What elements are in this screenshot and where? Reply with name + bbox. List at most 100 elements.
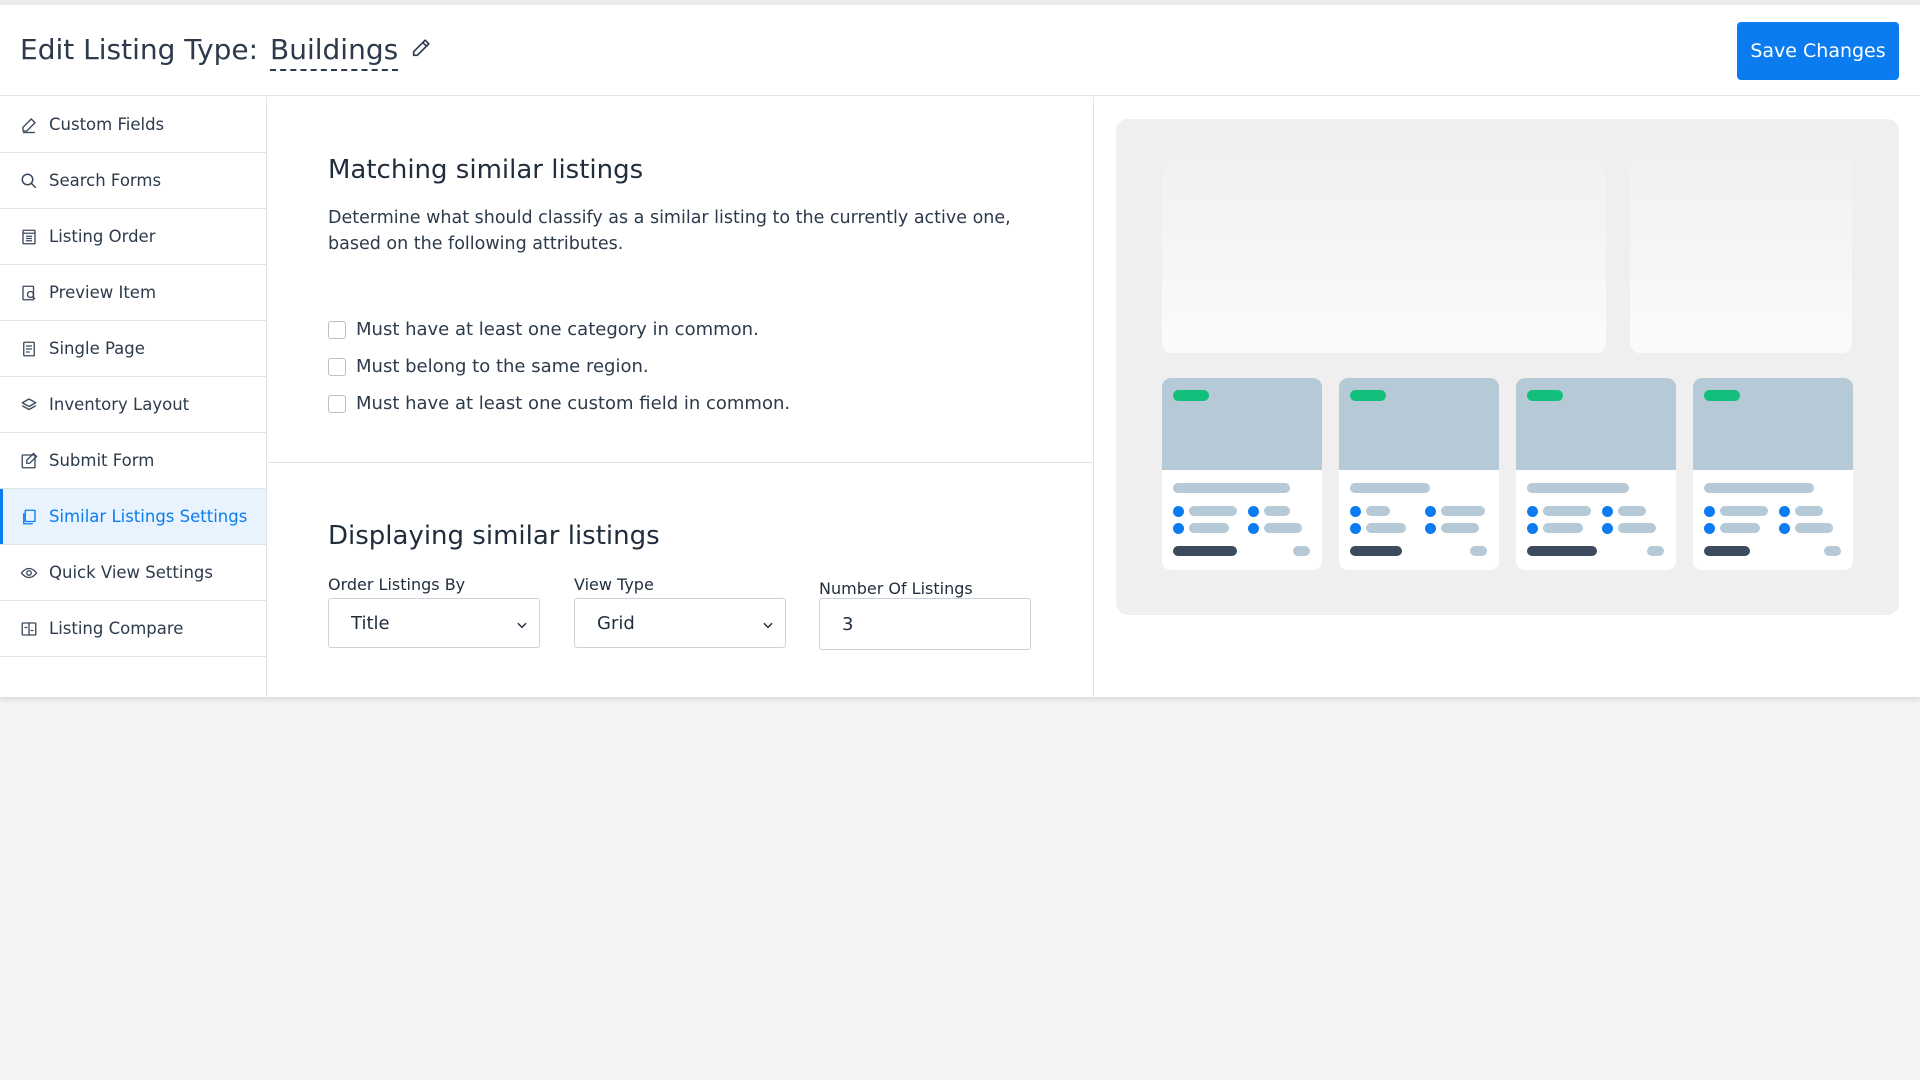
card-tag: [1350, 390, 1386, 401]
header: Edit Listing Type: Buildings Save Change…: [0, 5, 1920, 96]
layers-icon: [20, 396, 38, 414]
preview-card: [1339, 378, 1499, 570]
card-meta-bar: [1543, 506, 1591, 516]
card-meta-bar: [1795, 523, 1833, 533]
chevron-down-icon: [515, 616, 529, 630]
sidebar-item-label: Preview Item: [49, 283, 157, 302]
card-dot: [1350, 523, 1361, 534]
sidebar: Custom Fields Search Forms Listing Order…: [0, 97, 267, 697]
card-meta-bar: [1441, 506, 1485, 516]
card-dot: [1173, 523, 1184, 534]
checkbox-category-common[interactable]: Must have at least one category in commo…: [328, 319, 759, 340]
card-footer-pill: [1293, 546, 1310, 556]
card-dot: [1704, 506, 1715, 517]
save-changes-button[interactable]: Save Changes: [1737, 22, 1899, 80]
sidebar-item-listing-order[interactable]: Listing Order: [0, 209, 266, 265]
card-dot: [1173, 506, 1184, 517]
card-meta-bar: [1189, 523, 1229, 533]
sidebar-item-label: Quick View Settings: [49, 563, 213, 582]
card-footer-pill: [1470, 546, 1487, 556]
card-dot: [1779, 506, 1790, 517]
sidebar-item-label: Inventory Layout: [49, 395, 190, 414]
card-image-placeholder: [1516, 378, 1676, 470]
card-image-placeholder: [1339, 378, 1499, 470]
card-meta-bar: [1366, 506, 1390, 516]
sidebar-item-label: Listing Order: [49, 227, 156, 246]
checkbox[interactable]: [328, 320, 346, 339]
card-dot: [1425, 506, 1436, 517]
card-dot: [1248, 506, 1259, 517]
editor-panel: Edit Listing Type: Buildings Save Change…: [0, 5, 1920, 697]
card-title-bar: [1527, 483, 1629, 493]
sidebar-item-single-page[interactable]: Single Page: [0, 321, 266, 377]
checkbox[interactable]: [328, 357, 346, 376]
card-footer-pill: [1824, 546, 1841, 556]
listing-type-name[interactable]: Buildings: [270, 33, 399, 71]
chevron-down-icon: [761, 616, 775, 630]
sidebar-item-listing-compare[interactable]: Listing Compare: [0, 601, 266, 657]
card-footer-pill: [1647, 546, 1664, 556]
checkbox-label: Must belong to the same region.: [356, 356, 649, 377]
sidebar-item-inventory-layout[interactable]: Inventory Layout: [0, 377, 266, 433]
edit-name-pencil-icon[interactable]: [410, 33, 432, 57]
card-meta-bar: [1618, 506, 1646, 516]
checkbox-label: Must have at least one custom field in c…: [356, 393, 791, 414]
card-title-bar: [1350, 483, 1430, 493]
card-meta-bar: [1795, 506, 1823, 516]
card-dot: [1779, 523, 1790, 534]
sidebar-item-label: Listing Compare: [49, 619, 184, 638]
sidebar-item-label: Single Page: [49, 339, 145, 358]
preview-placeholder-large: [1162, 129, 1606, 353]
matching-title: Matching similar listings: [328, 155, 644, 185]
copy-icon: [20, 508, 38, 526]
sidebar-item-label: Custom Fields: [49, 115, 165, 134]
card-meta-bar: [1543, 523, 1583, 533]
layout-preview: [1116, 119, 1899, 615]
card-meta-bar: [1264, 506, 1290, 516]
pencil-icon: [20, 116, 38, 134]
card-meta-bar: [1264, 523, 1302, 533]
preview-card: [1516, 378, 1676, 570]
card-meta-bar: [1720, 523, 1760, 533]
sidebar-item-custom-fields[interactable]: Custom Fields: [0, 97, 266, 153]
view-type-select[interactable]: Grid: [574, 598, 786, 648]
card-footer-bar: [1173, 546, 1237, 556]
card-dot: [1704, 523, 1715, 534]
sidebar-item-label: Search Forms: [49, 171, 162, 190]
matching-description: Determine what should classify as a simi…: [328, 208, 1011, 254]
sidebar-item-similar-listings-settings[interactable]: Similar Listings Settings: [0, 489, 266, 545]
order-by-select[interactable]: Title: [328, 598, 540, 648]
card-meta-bar: [1618, 523, 1656, 533]
card-meta-bar: [1441, 523, 1479, 533]
card-image-placeholder: [1693, 378, 1853, 470]
preview-item-icon: [20, 284, 38, 302]
number-of-listings-value: 3: [842, 613, 854, 635]
order-by-value: Title: [351, 612, 390, 634]
card-dot: [1350, 506, 1361, 517]
preview-placeholder-small: [1630, 129, 1852, 353]
card-tag: [1527, 390, 1563, 401]
document-icon: [20, 340, 38, 358]
page-title: Edit Listing Type: Buildings: [20, 33, 432, 71]
card-dot: [1602, 506, 1613, 517]
number-of-listings-input[interactable]: 3: [819, 598, 1031, 650]
checkbox-custom-field-common[interactable]: Must have at least one custom field in c…: [328, 393, 790, 414]
view-type-value: Grid: [597, 612, 635, 634]
card-image-placeholder: [1162, 378, 1322, 470]
card-tag: [1704, 390, 1740, 401]
sidebar-item-submit-form[interactable]: Submit Form: [0, 433, 266, 489]
sidebar-item-preview-item[interactable]: Preview Item: [0, 265, 266, 321]
number-of-listings-label: Number Of Listings: [819, 579, 973, 598]
checkbox[interactable]: [328, 394, 346, 413]
preview-card: [1162, 378, 1322, 570]
sidebar-item-quick-view-settings[interactable]: Quick View Settings: [0, 545, 266, 601]
list-order-icon: [20, 228, 38, 246]
checkbox-label: Must have at least one category in commo…: [356, 319, 759, 340]
compare-icon: [20, 620, 38, 638]
sidebar-item-label: Similar Listings Settings: [49, 507, 248, 526]
main-content: Matching similar listings Determine what…: [268, 97, 1094, 697]
checkbox-same-region[interactable]: Must belong to the same region.: [328, 356, 649, 377]
search-icon: [20, 172, 38, 190]
displaying-title: Displaying similar listings: [328, 521, 660, 551]
sidebar-item-search-forms[interactable]: Search Forms: [0, 153, 266, 209]
